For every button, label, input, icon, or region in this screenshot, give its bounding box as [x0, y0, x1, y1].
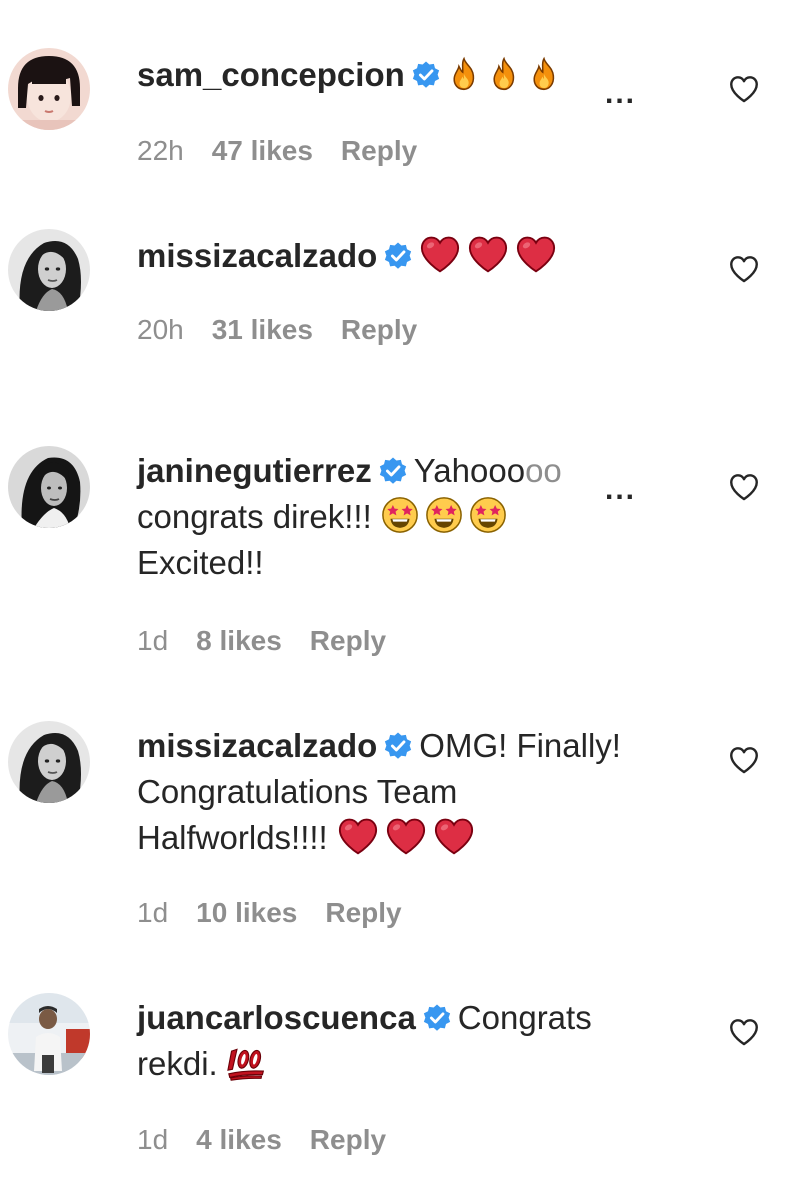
red-heart-emoji-icon: [467, 235, 509, 273]
username[interactable]: sam_concepcion: [137, 56, 405, 93]
likes-count[interactable]: 10 likes: [196, 897, 297, 928]
avatar[interactable]: [8, 229, 90, 311]
comment-text: Halfworlds!!!!: [137, 819, 328, 856]
fire-emoji-icon: [447, 56, 481, 92]
likes-count[interactable]: 4 likes: [196, 1124, 282, 1155]
verified-badge-icon: [378, 456, 408, 486]
comment-text: Congratulations Team: [137, 773, 458, 810]
reply-button[interactable]: Reply: [310, 1124, 386, 1155]
more-button[interactable]: ...: [605, 79, 636, 109]
more-button[interactable]: ...: [605, 475, 636, 505]
comment-text: Congrats: [457, 999, 592, 1036]
verified-badge-icon: [422, 1003, 452, 1033]
comment-meta: 1d 8 likes Reply: [137, 624, 414, 658]
avatar[interactable]: [8, 993, 90, 1075]
like-heart-icon[interactable]: [727, 252, 761, 286]
verified-badge-icon: [411, 60, 441, 90]
avatar[interactable]: [8, 721, 90, 803]
username[interactable]: janinegutierrez: [137, 452, 372, 489]
reply-button[interactable]: Reply: [310, 625, 386, 656]
username[interactable]: missizacalzado: [137, 727, 377, 764]
comment-body: juancarloscuenca Congrats rekdi.: [137, 995, 657, 1087]
comment-time: 20h: [137, 314, 184, 345]
likes-count[interactable]: 47 likes: [212, 135, 313, 166]
star-struck-emoji-icon: [381, 496, 419, 534]
fire-emoji-icon: [487, 56, 521, 92]
reply-button[interactable]: Reply: [341, 314, 417, 345]
comment-body: janinegutierrez Yahooooo congrats direk!!…: [137, 448, 657, 586]
like-heart-icon[interactable]: [727, 72, 761, 106]
star-struck-emoji-icon: [425, 496, 463, 534]
red-heart-emoji-icon: [419, 235, 461, 273]
likes-count[interactable]: 8 likes: [196, 625, 282, 656]
comment-text: Yahooo: [413, 452, 526, 489]
red-heart-emoji-icon: [515, 235, 557, 273]
like-heart-icon[interactable]: [727, 1015, 761, 1049]
verified-badge-icon: [383, 731, 413, 761]
red-heart-emoji-icon: [433, 817, 475, 855]
comment-time: 1d: [137, 625, 169, 656]
comment-body: sam_concepcion: [137, 52, 657, 98]
comment-time: 1d: [137, 897, 169, 928]
fire-emoji-icon: [527, 56, 561, 92]
comment-time: 1d: [137, 1124, 169, 1155]
comment-time: 22h: [137, 135, 184, 166]
avatar[interactable]: [8, 446, 90, 528]
likes-count[interactable]: 31 likes: [212, 314, 313, 345]
comment-body: missizacalzado OMG! Finally! Congratulati…: [137, 723, 657, 861]
reply-button[interactable]: Reply: [341, 135, 417, 166]
reply-button[interactable]: Reply: [325, 897, 401, 928]
comment-text: rekdi.: [137, 1045, 218, 1082]
avatar[interactable]: [8, 48, 90, 130]
comment-body: missizacalzado: [137, 233, 657, 279]
comment-meta: 22h 47 likes Reply: [137, 134, 445, 168]
red-heart-emoji-icon: [337, 817, 379, 855]
star-struck-emoji-icon: [469, 496, 507, 534]
like-heart-icon[interactable]: [727, 470, 761, 504]
username[interactable]: missizacalzado: [137, 237, 377, 274]
username[interactable]: juancarloscuenca: [137, 999, 416, 1036]
comment-text: congrats direk!!!: [137, 498, 372, 535]
comment-text: Excited!!: [137, 544, 264, 581]
like-heart-icon[interactable]: [727, 743, 761, 777]
hundred-points-emoji-icon: [227, 1043, 267, 1081]
comment-meta: 1d 10 likes Reply: [137, 896, 430, 930]
red-heart-emoji-icon: [385, 817, 427, 855]
comment-meta: 20h 31 likes Reply: [137, 313, 445, 347]
comment-text: OMG! Finally!: [419, 727, 621, 764]
comment-meta: 1d 4 likes Reply: [137, 1123, 414, 1157]
verified-badge-icon: [383, 241, 413, 271]
comment-text-faded: oo: [525, 452, 562, 489]
